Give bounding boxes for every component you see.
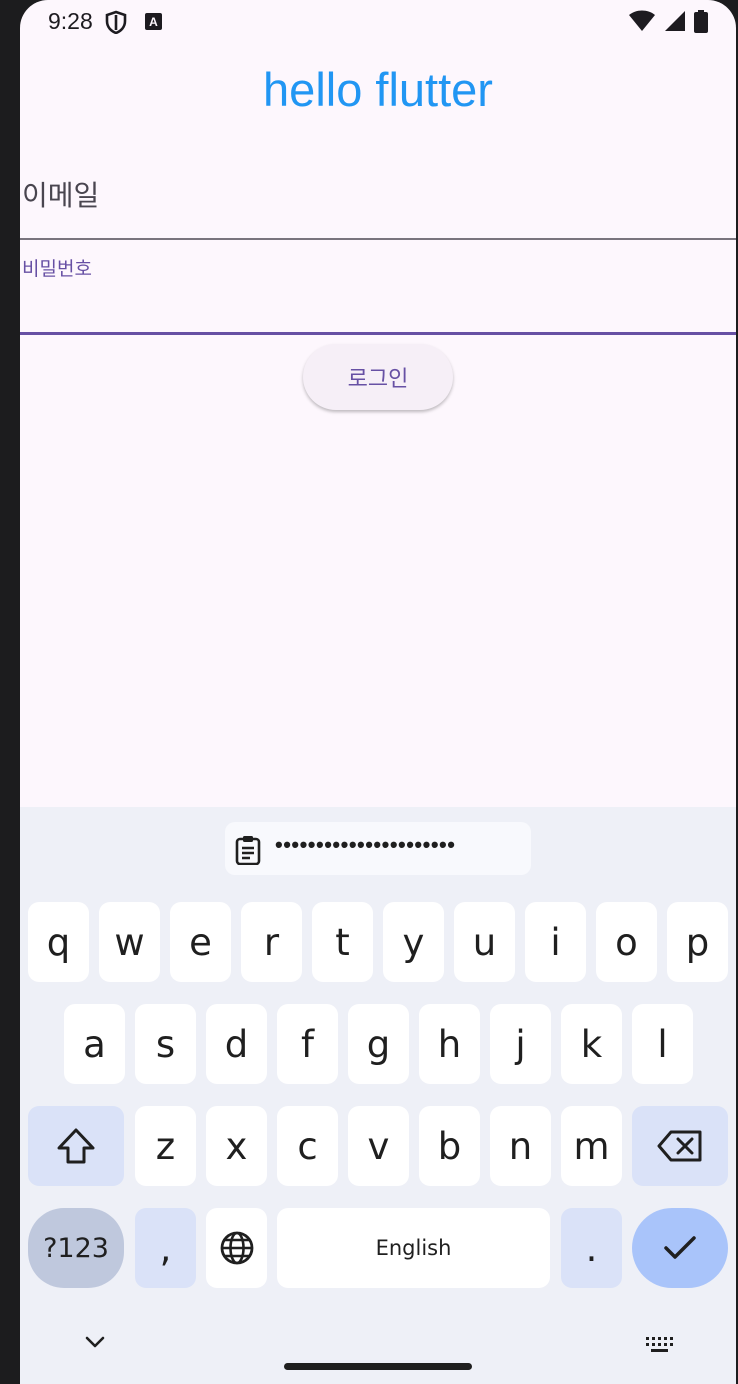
key-q[interactable]: q [28,902,89,982]
password-label: 비밀번호 [22,258,92,280]
key-s[interactable]: s [135,1004,196,1084]
email-field[interactable]: 이메일 [20,150,736,240]
key-k[interactable]: k [561,1004,622,1084]
app-title: hello flutter [263,63,493,116]
enter-key[interactable] [632,1208,728,1288]
key-v[interactable]: v [348,1106,409,1186]
key-c[interactable]: c [277,1106,338,1186]
space-key[interactable]: English [277,1208,550,1288]
key-u[interactable]: u [454,902,515,982]
shift-key[interactable] [28,1106,124,1186]
wifi-icon [629,10,656,31]
key-f[interactable]: f [277,1004,338,1084]
key-b[interactable]: b [419,1106,480,1186]
shift-icon [57,1128,95,1164]
shield-icon [105,10,127,39]
signal-icon [664,11,685,31]
status-time: 9:28 [48,8,93,34]
key-h[interactable]: h [419,1004,480,1084]
keyboard-a-icon: A [145,13,162,35]
key-y[interactable]: y [383,902,444,982]
key-i[interactable]: i [525,902,586,982]
key-d[interactable]: d [206,1004,267,1084]
key-l[interactable]: l [632,1004,693,1084]
key-e[interactable]: e [170,902,231,982]
key-z[interactable]: z [135,1106,196,1186]
clipboard-icon [235,835,261,870]
key-r[interactable]: r [241,902,302,982]
key-g[interactable]: g [348,1004,409,1084]
globe-icon [220,1231,253,1265]
keyboard-switch-icon[interactable] [646,1337,674,1358]
enter-check-icon [664,1236,696,1259]
comma-key[interactable]: , [135,1208,196,1288]
language-key[interactable] [206,1208,267,1288]
key-w[interactable]: w [99,902,160,982]
clipboard-suggestion-text: •••••••••••••••••••••• [275,832,456,857]
symbols-key[interactable]: ?123 [28,1208,124,1288]
phone-screen: 9:28 A hello flutter 이메일 비밀번호 로그인 ••••••… [20,0,736,1384]
password-field[interactable]: 비밀번호 [20,240,736,335]
key-j[interactable]: j [490,1004,551,1084]
battery-icon [694,10,708,33]
soft-keyboard: •••••••••••••••••••••• q w e r t y u i o… [20,807,736,1384]
key-o[interactable]: o [596,902,657,982]
hide-keyboard-icon[interactable] [84,1334,106,1355]
email-label: 이메일 [22,179,100,212]
key-p[interactable]: p [667,902,728,982]
clipboard-suggestion[interactable]: •••••••••••••••••••••• [225,822,531,875]
status-bar: 9:28 A [20,0,736,46]
gesture-nav-bar[interactable] [284,1363,472,1370]
key-t[interactable]: t [312,902,373,982]
status-icons [625,10,708,33]
key-m[interactable]: m [561,1106,622,1186]
period-key[interactable]: . [561,1208,622,1288]
login-button[interactable]: 로그인 [303,344,453,410]
key-n[interactable]: n [490,1106,551,1186]
backspace-icon [657,1130,702,1162]
svg-text:A: A [149,15,158,29]
key-a[interactable]: a [64,1004,125,1084]
backspace-key[interactable] [632,1106,728,1186]
key-x[interactable]: x [206,1106,267,1186]
